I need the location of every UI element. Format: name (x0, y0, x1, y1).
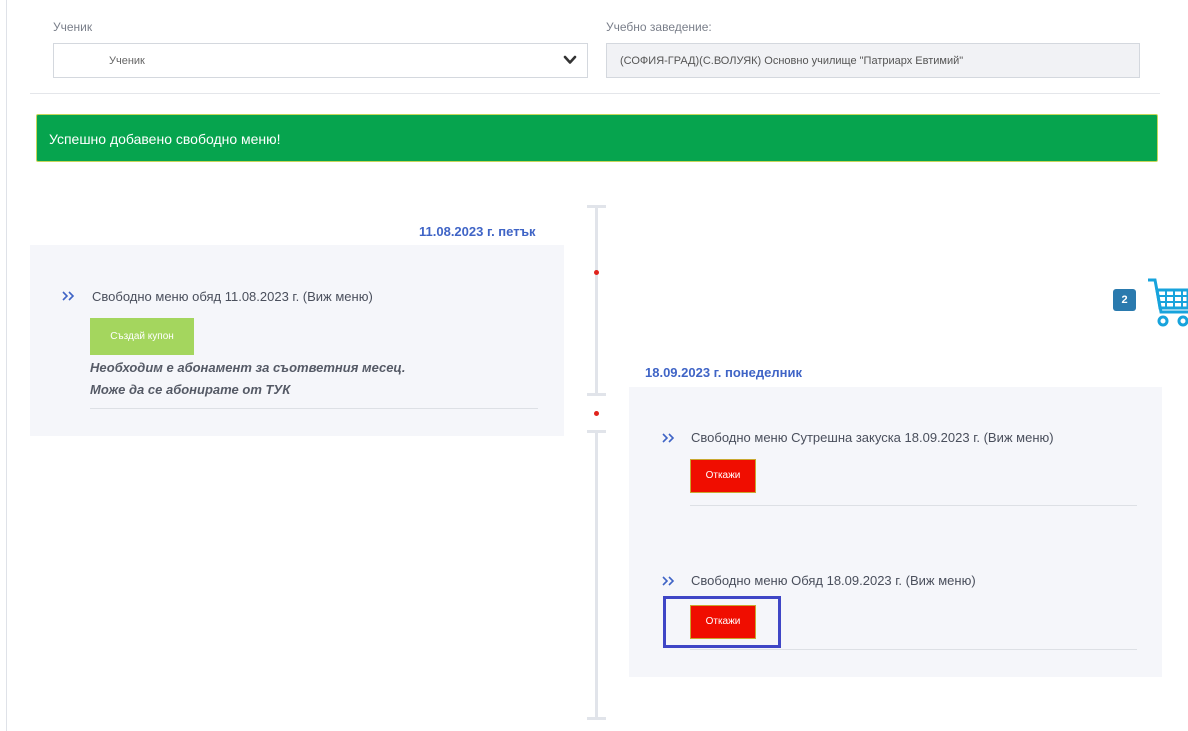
item-divider (690, 649, 1137, 650)
double-chevron-right-icon (662, 576, 675, 586)
menu-item-title[interactable]: Свободно меню Обяд 18.09.2023 г. (Виж ме… (691, 573, 976, 588)
entry-date: 18.09.2023 г. понеделник (645, 365, 802, 380)
menu-item-title[interactable]: Свободно меню Сутрешна закуска 18.09.202… (691, 430, 1054, 445)
timeline-cap (587, 717, 606, 720)
chevron-down-icon (563, 55, 577, 64)
subscription-link[interactable]: Може да се абонирате от ТУК (90, 382, 290, 397)
timeline-line (595, 205, 598, 395)
double-chevron-right-icon (662, 433, 675, 443)
item-divider (90, 408, 538, 409)
timeline-cap (587, 393, 606, 396)
cart-count-badge[interactable]: 2 (1113, 289, 1136, 311)
double-chevron-right-icon (62, 291, 75, 301)
school-label: Учебно заведение: (606, 20, 712, 34)
shopping-cart-icon[interactable] (1146, 276, 1188, 332)
school-field: (СОФИЯ-ГРАД)(С.ВОЛУЯК) Основно училище "… (606, 43, 1140, 78)
student-select-label: Ученик (53, 20, 93, 34)
menu-item-title[interactable]: Свободно меню обяд 11.08.2023 г. (Виж ме… (92, 289, 373, 304)
filter-separator (30, 93, 1160, 94)
page-left-border (6, 0, 7, 731)
timeline-dot (594, 411, 599, 416)
student-select-value: Ученик (109, 55, 145, 67)
create-coupon-button[interactable]: Създай купон (90, 318, 194, 355)
success-alert: Успешно добавено свободно меню! (36, 114, 1158, 162)
cancel-button[interactable]: Откажи (690, 459, 756, 493)
entry-date: 11.08.2023 г. петък (419, 224, 536, 239)
student-select[interactable]: Ученик (53, 43, 588, 78)
item-divider (690, 505, 1137, 506)
timeline-dot (594, 270, 599, 275)
subscription-note: Необходим е абонамент за съответния месе… (90, 360, 406, 375)
highlight-box (663, 596, 781, 648)
timeline-line (595, 430, 598, 719)
